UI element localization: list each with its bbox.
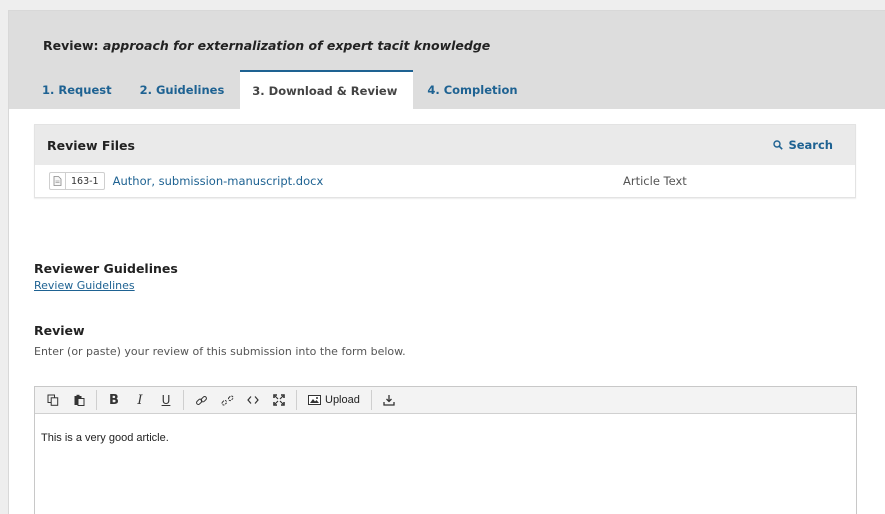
reviewer-guidelines-heading: Reviewer Guidelines — [34, 261, 178, 276]
review-description: Enter (or paste) your review of this sub… — [34, 345, 406, 358]
review-files-header: Review Files Search — [35, 125, 855, 165]
search-label: Search — [788, 138, 833, 152]
italic-button[interactable]: I — [128, 389, 152, 411]
tab-download-review[interactable]: 3. Download & Review — [240, 70, 414, 109]
review-heading: Review — [34, 323, 85, 338]
review-guidelines-link[interactable]: Review Guidelines — [34, 279, 135, 292]
tab-completion[interactable]: 4. Completion — [413, 70, 529, 109]
toolbar-divider — [96, 390, 97, 410]
review-editor: B I U Upload This is a very good article… — [34, 386, 857, 514]
page-title: Review: approach for externalization of … — [43, 38, 490, 53]
copy-button[interactable] — [41, 389, 65, 411]
tab-request[interactable]: 1. Request — [30, 70, 124, 109]
toolbar-divider — [296, 390, 297, 410]
unlink-button[interactable] — [215, 389, 239, 411]
search-button[interactable]: Search — [773, 138, 843, 152]
copy-icon — [47, 394, 59, 406]
download-icon — [383, 395, 395, 406]
search-icon — [773, 140, 784, 150]
image-icon — [308, 395, 321, 405]
review-files-heading: Review Files — [47, 137, 135, 153]
fullscreen-button[interactable] — [267, 389, 291, 411]
upload-label: Upload — [325, 394, 360, 406]
download-button[interactable] — [377, 389, 401, 411]
editor-toolbar: B I U Upload — [35, 387, 856, 414]
unlink-icon — [221, 395, 233, 405]
underline-button[interactable]: U — [154, 389, 178, 411]
code-icon — [247, 396, 259, 404]
tab-bar: 1. Request 2. Guidelines 3. Download & R… — [30, 70, 530, 109]
submission-title: approach for externalization of expert t… — [102, 38, 491, 53]
fullscreen-icon — [273, 394, 285, 406]
toolbar-divider — [183, 390, 184, 410]
title-prefix: Review: — [43, 38, 103, 53]
tab-guidelines[interactable]: 2. Guidelines — [128, 70, 237, 109]
code-button[interactable] — [241, 389, 265, 411]
file-name-link[interactable]: Author, submission-manuscript.docx — [113, 174, 324, 188]
toolbar-divider — [370, 390, 372, 410]
file-id-badge: 163-1 — [49, 172, 105, 190]
upload-button[interactable]: Upload — [302, 390, 366, 410]
file-row: 163-1 Author, submission-manuscript.docx… — [35, 165, 855, 197]
link-icon — [195, 395, 207, 405]
link-button[interactable] — [189, 389, 213, 411]
bold-button[interactable]: B — [102, 389, 126, 411]
document-icon — [50, 173, 66, 189]
file-type: Article Text — [623, 174, 687, 188]
review-header: Review: approach for externalization of … — [9, 11, 885, 109]
file-id: 163-1 — [71, 175, 99, 187]
review-files-panel: Review Files Search 163-1 Author, submis… — [34, 124, 856, 198]
paste-icon — [74, 394, 85, 406]
editor-text-area[interactable]: This is a very good article. — [35, 414, 856, 462]
paste-button[interactable] — [67, 389, 91, 411]
